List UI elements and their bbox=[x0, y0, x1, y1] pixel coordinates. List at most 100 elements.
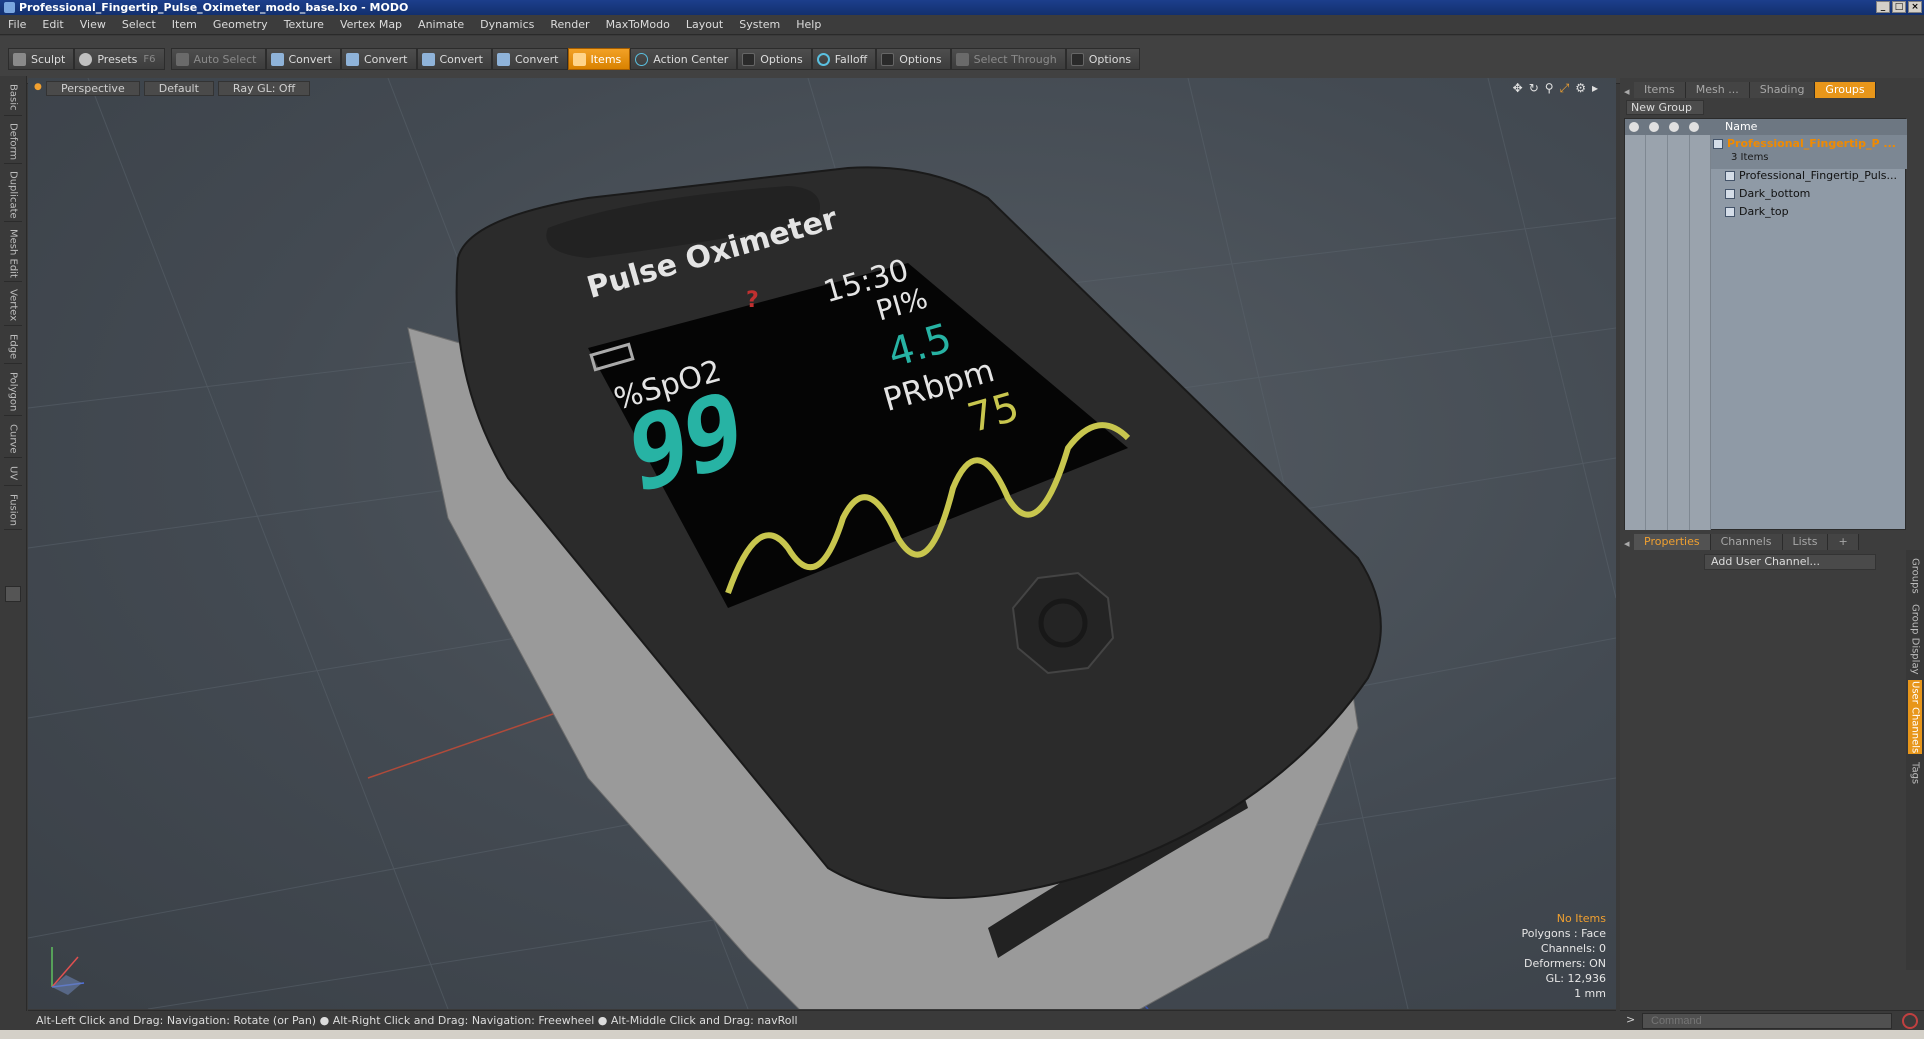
groups-list-header: Name bbox=[1625, 119, 1907, 135]
convert-vertex-button[interactable]: Convert bbox=[265, 48, 341, 70]
command-bar: > bbox=[1620, 1010, 1924, 1030]
lock-column-icon[interactable] bbox=[1669, 122, 1679, 132]
tab-vertex[interactable]: Vertex bbox=[4, 286, 22, 326]
tab-properties[interactable]: Properties bbox=[1634, 534, 1711, 550]
tab-mesh-edit[interactable]: Mesh Edit bbox=[4, 226, 22, 282]
tab-groups[interactable]: Groups bbox=[1815, 82, 1876, 98]
menu-texture[interactable]: Texture bbox=[284, 18, 324, 31]
vertex-convert-icon bbox=[270, 52, 284, 66]
tab-fusion[interactable]: Fusion bbox=[4, 490, 22, 530]
deformers-stat: Deformers: ON bbox=[1524, 957, 1606, 970]
groups-list: Name Professional_Fingertip_P ... 3 Item… bbox=[1624, 118, 1907, 530]
status-bar: Alt-Left Click and Drag: Navigation: Rot… bbox=[28, 1010, 1616, 1030]
move-view-icon[interactable]: ✥ bbox=[1513, 81, 1523, 96]
side-tab-user-channels[interactable]: User Channels bbox=[1908, 680, 1922, 754]
tab-lists[interactable]: Lists bbox=[1782, 534, 1829, 550]
expand-arrow-icon[interactable]: ▸ bbox=[1592, 81, 1598, 96]
view-type-dropdown[interactable]: Perspective bbox=[46, 81, 140, 96]
3d-viewport[interactable]: Pulse Oximeter 15:30 ? %SpO2 99 PI% 4.5 … bbox=[28, 78, 1616, 1009]
render-column-icon[interactable] bbox=[1649, 122, 1659, 132]
title-bar: Professional_Fingertip_Pulse_Oximeter_mo… bbox=[0, 0, 1924, 15]
side-tab-tags[interactable]: Tags bbox=[1908, 758, 1922, 788]
menu-render[interactable]: Render bbox=[550, 18, 589, 31]
maximize-button[interactable]: □ bbox=[1892, 1, 1906, 13]
select-through-button[interactable]: Select Through bbox=[950, 48, 1066, 70]
record-macro-icon[interactable] bbox=[1902, 1013, 1918, 1029]
tab-items[interactable]: Items bbox=[1634, 82, 1686, 98]
falloff-options-button[interactable]: Options bbox=[876, 48, 951, 70]
settings-icon[interactable]: ⚙ bbox=[1575, 81, 1586, 96]
add-tab-button[interactable]: + bbox=[1828, 534, 1859, 550]
properties-panel: ◂ Properties Channels Lists + Add User C… bbox=[1620, 532, 1924, 1030]
polygon-convert-icon bbox=[421, 52, 435, 66]
new-group-button[interactable]: New Group bbox=[1626, 100, 1704, 115]
tab-deform[interactable]: Deform bbox=[4, 120, 22, 164]
tab-curve[interactable]: Curve bbox=[4, 420, 22, 458]
tab-duplicate[interactable]: Duplicate bbox=[4, 168, 22, 222]
rotate-view-icon[interactable]: ↻ bbox=[1529, 81, 1539, 96]
menu-animate[interactable]: Animate bbox=[418, 18, 464, 31]
menu-dynamics[interactable]: Dynamics bbox=[480, 18, 534, 31]
viewport-menu-icon[interactable]: ● bbox=[34, 81, 42, 96]
tab-basic[interactable]: Basic bbox=[4, 80, 22, 116]
right-panel: ◂ Items Mesh ... Shading Groups New Grou… bbox=[1620, 78, 1924, 1030]
menu-edit[interactable]: Edit bbox=[42, 18, 63, 31]
visibility-column-icon[interactable] bbox=[1629, 122, 1639, 132]
tab-shading[interactable]: Shading bbox=[1749, 82, 1816, 98]
menu-select[interactable]: Select bbox=[122, 18, 156, 31]
mesh-item-icon bbox=[1725, 207, 1735, 217]
side-tab-group-display[interactable]: Group Display bbox=[1908, 602, 1922, 676]
window-title: Professional_Fingertip_Pulse_Oximeter_mo… bbox=[19, 1, 409, 14]
action-center-button[interactable]: Action Center bbox=[630, 48, 738, 70]
panel-menu-icon[interactable]: ◂ bbox=[1624, 537, 1634, 550]
mesh-item-icon bbox=[1725, 189, 1735, 199]
presets-button[interactable]: Presets F6 bbox=[74, 48, 165, 70]
side-tab-groups[interactable]: Groups bbox=[1908, 554, 1922, 598]
expand-icon[interactable] bbox=[5, 586, 21, 602]
select-column-icon[interactable] bbox=[1689, 122, 1699, 132]
auto-select-button[interactable]: Auto Select bbox=[170, 48, 266, 70]
falloff-button[interactable]: Falloff bbox=[811, 48, 877, 70]
add-user-channel-button[interactable]: Add User Channel... bbox=[1704, 554, 1876, 570]
selection-stat: No Items bbox=[1556, 912, 1606, 925]
menu-view[interactable]: View bbox=[80, 18, 106, 31]
tab-edge[interactable]: Edge bbox=[4, 330, 22, 364]
menu-item[interactable]: Item bbox=[172, 18, 197, 31]
items-mode-button[interactable]: Items bbox=[567, 48, 631, 70]
convert-polygon-button[interactable]: Convert bbox=[416, 48, 492, 70]
tab-channels[interactable]: Channels bbox=[1710, 534, 1783, 550]
left-tool-tabs: Basic Deform Duplicate Mesh Edit Vertex … bbox=[0, 76, 27, 1011]
close-button[interactable]: × bbox=[1908, 1, 1922, 13]
minimize-button[interactable]: _ bbox=[1876, 1, 1890, 13]
group-child-row[interactable]: Dark_bottom bbox=[1725, 187, 1810, 200]
action-center-options-button[interactable]: Options bbox=[737, 48, 812, 70]
tab-polygon[interactable]: Polygon bbox=[4, 368, 22, 416]
command-input[interactable] bbox=[1642, 1013, 1892, 1029]
tab-mesh[interactable]: Mesh ... bbox=[1685, 82, 1750, 98]
menu-system[interactable]: System bbox=[739, 18, 780, 31]
menu-geometry[interactable]: Geometry bbox=[213, 18, 268, 31]
presets-icon bbox=[79, 52, 93, 66]
convert-edge-button[interactable]: Convert bbox=[341, 48, 417, 70]
group-child-row[interactable]: Dark_top bbox=[1725, 205, 1789, 218]
menu-file[interactable]: File bbox=[8, 18, 26, 31]
name-column-header[interactable]: Name bbox=[1725, 119, 1757, 135]
menu-vertex-map[interactable]: Vertex Map bbox=[340, 18, 402, 31]
convert-material-button[interactable]: Convert bbox=[492, 48, 568, 70]
polygons-stat: Polygons : Face bbox=[1521, 927, 1606, 940]
group-child-row[interactable]: Professional_Fingertip_Puls... bbox=[1725, 169, 1897, 182]
menu-layout[interactable]: Layout bbox=[686, 18, 723, 31]
zoom-view-icon[interactable]: ⚲ bbox=[1545, 81, 1554, 96]
panel-menu-icon[interactable]: ◂ bbox=[1624, 85, 1634, 98]
group-row[interactable]: Professional_Fingertip_P ... bbox=[1713, 137, 1896, 150]
fit-view-icon[interactable]: ⤢ bbox=[1560, 81, 1570, 96]
shading-dropdown[interactable]: Default bbox=[143, 81, 214, 96]
command-prompt-icon: > bbox=[1626, 1013, 1636, 1026]
sculpt-button[interactable]: Sculpt bbox=[8, 48, 75, 70]
menu-help[interactable]: Help bbox=[796, 18, 821, 31]
select-through-options-button[interactable]: Options bbox=[1065, 48, 1141, 70]
menu-maxtomodo[interactable]: MaxToModo bbox=[606, 18, 670, 31]
raygl-toggle[interactable]: Ray GL: Off bbox=[217, 81, 311, 96]
tab-uv[interactable]: UV bbox=[4, 462, 22, 486]
mesh-item-icon bbox=[1725, 171, 1735, 181]
